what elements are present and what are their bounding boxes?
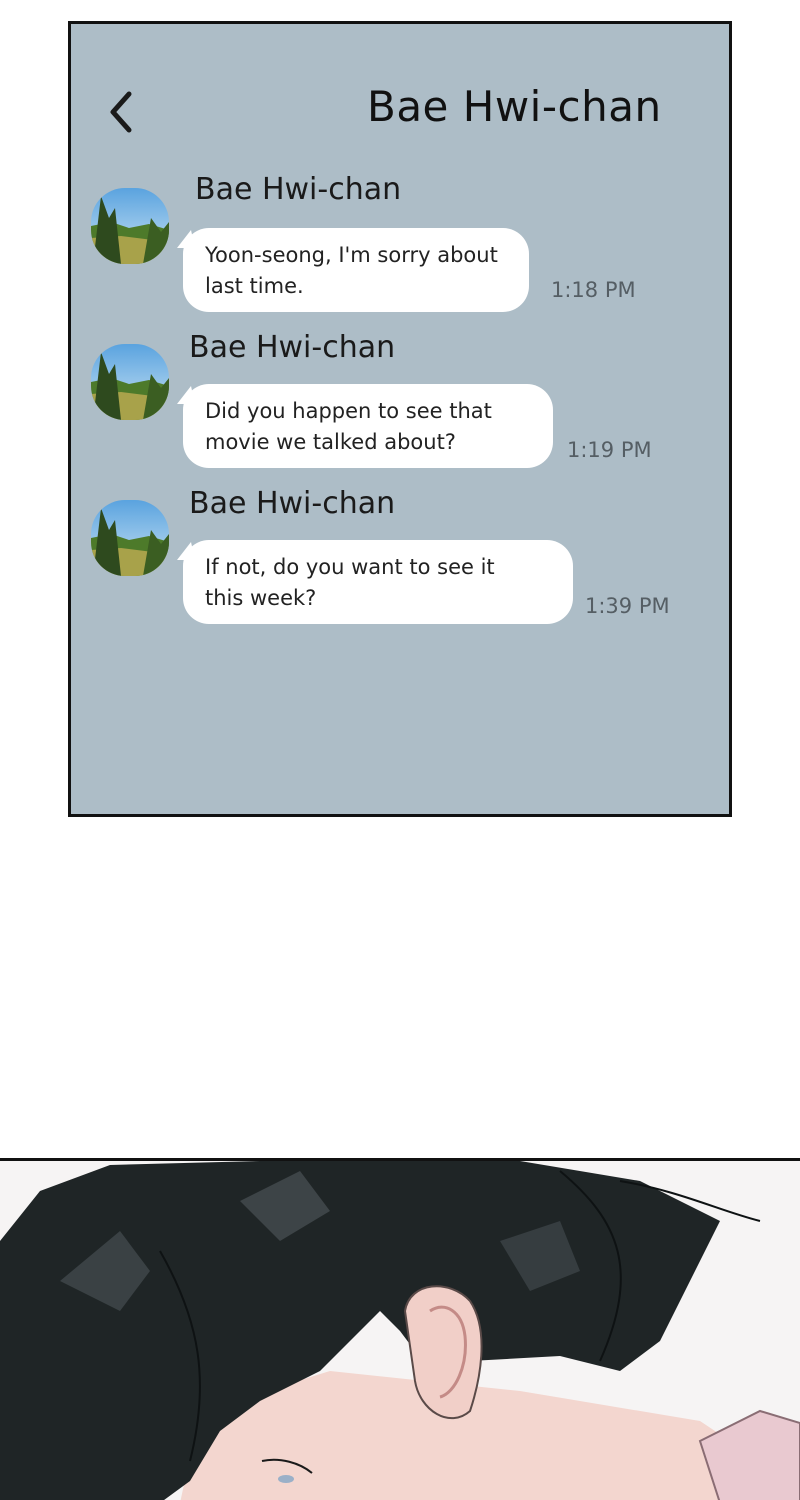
sender-avatar[interactable] [91, 344, 169, 420]
message-bubble[interactable]: Yoon-seong, I'm sorry about last time. [183, 228, 529, 312]
sender-avatar[interactable] [91, 188, 169, 264]
message-bubble[interactable]: Did you happen to see that movie we talk… [183, 384, 553, 468]
message-text-line: this week? [205, 586, 317, 610]
message-time: 1:39 PM [585, 594, 670, 618]
message-time: 1:19 PM [567, 438, 652, 462]
message-text-line: Did you happen to see that [205, 399, 492, 423]
message-bubble[interactable]: If not, do you want to see it this week? [183, 540, 573, 624]
message-text-line: movie we talked about? [205, 430, 456, 454]
message-text-line: last time. [205, 274, 304, 298]
chevron-left-icon[interactable] [105, 88, 137, 136]
comic-art-panel [0, 1158, 800, 1500]
chat-screen-panel: Bae Hwi-chan Bae Hwi-chan Yoon-seong, I'… [68, 21, 732, 817]
character-illustration [0, 1161, 800, 1500]
sender-name: Bae Hwi-chan [195, 172, 402, 207]
sender-name: Bae Hwi-chan [189, 486, 396, 521]
sender-name: Bae Hwi-chan [189, 330, 396, 365]
chat-title: Bae Hwi-chan [367, 82, 662, 131]
message-time: 1:18 PM [551, 278, 636, 302]
sender-avatar[interactable] [91, 500, 169, 576]
message-text-line: If not, do you want to see it [205, 555, 495, 579]
message-text-line: Yoon-seong, I'm sorry about [205, 243, 498, 267]
